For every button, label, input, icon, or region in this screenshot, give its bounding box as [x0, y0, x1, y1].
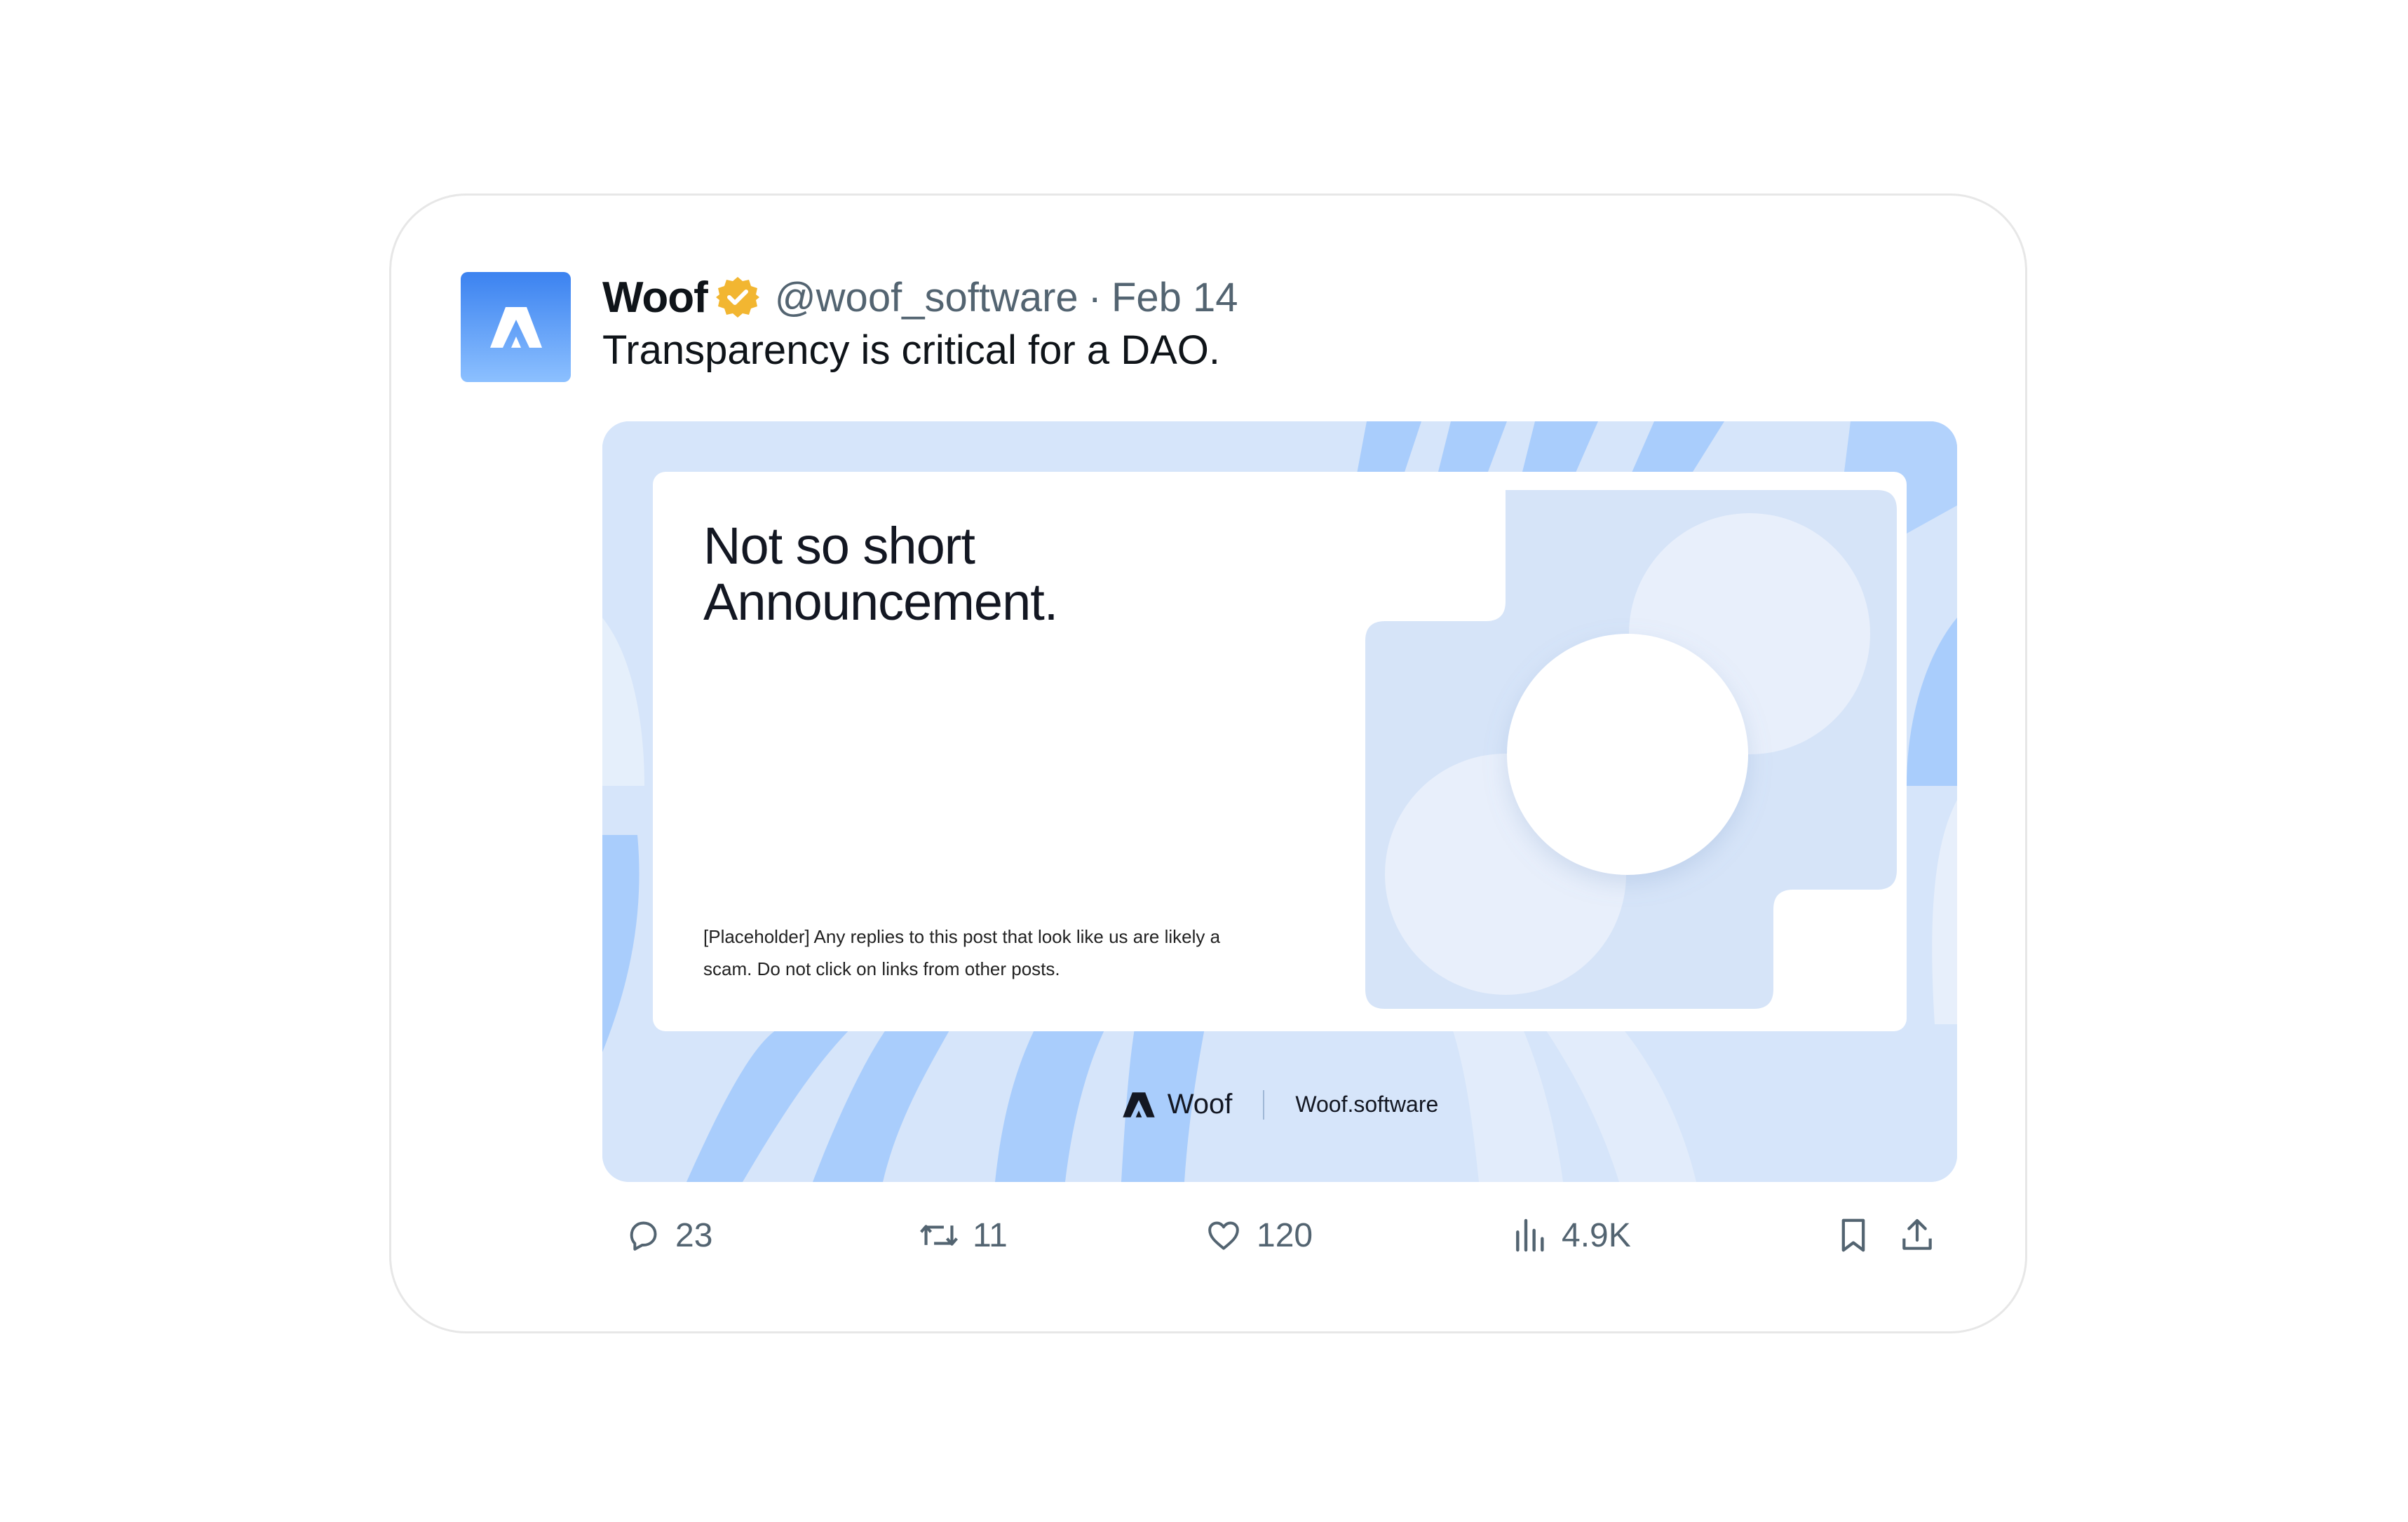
post-header: Woof @woof_software · Feb 14: [602, 269, 1238, 325]
announcement-disclaimer: [Placeholder] Any replies to this post t…: [703, 926, 1221, 979]
reply-button[interactable]: 23: [623, 1211, 712, 1260]
share-icon: [1898, 1215, 1937, 1256]
brand-divider: [1263, 1089, 1265, 1120]
repost-count: 11: [973, 1216, 1008, 1254]
repost-button[interactable]: 11: [918, 1211, 1008, 1260]
share-button[interactable]: [1898, 1211, 1937, 1260]
woof-logo-icon: [1121, 1092, 1156, 1118]
announcement-card: Not so short Announcement. [Placeholder]…: [653, 472, 1907, 1031]
header-separator: ·: [1088, 274, 1102, 320]
views-count: 4.9K: [1562, 1216, 1631, 1254]
like-count: 120: [1257, 1216, 1313, 1254]
bar-chart-icon: [1513, 1216, 1549, 1255]
announcement-title-line-2: Announcement.: [703, 573, 1058, 631]
bookmark-icon: [1835, 1215, 1872, 1256]
post-text: Transparency is critical for a DAO.: [602, 327, 1220, 373]
announcement-title: Not so short Announcement.: [703, 518, 1334, 630]
post-media-card[interactable]: Not so short Announcement. [Placeholder]…: [602, 421, 1957, 1182]
avatar[interactable]: [461, 272, 571, 382]
bookmark-button[interactable]: [1835, 1211, 1872, 1260]
author-handle[interactable]: @woof_software: [775, 274, 1078, 321]
woof-logo-icon: [489, 306, 543, 349]
circles-illustration: [1365, 490, 1897, 1009]
brand-name: Woof: [1167, 1089, 1233, 1120]
reply-icon: [623, 1216, 663, 1255]
verified-badge-icon: [715, 276, 759, 319]
heart-icon: [1203, 1216, 1244, 1255]
like-button[interactable]: 120: [1203, 1211, 1313, 1260]
reply-count: 23: [675, 1216, 713, 1254]
post-actions-bar: 23 11 120 4.9K: [0, 1211, 2408, 1260]
brand-url: Woof.software: [1295, 1092, 1439, 1117]
post-date[interactable]: Feb 14: [1111, 274, 1238, 321]
author-name[interactable]: Woof: [602, 273, 708, 322]
announcement-title-line-1: Not so short: [703, 517, 975, 575]
views-button[interactable]: 4.9K: [1513, 1211, 1631, 1260]
repost-icon: [918, 1216, 960, 1255]
media-brand-footer: Woof Woof.software: [602, 1089, 1957, 1120]
